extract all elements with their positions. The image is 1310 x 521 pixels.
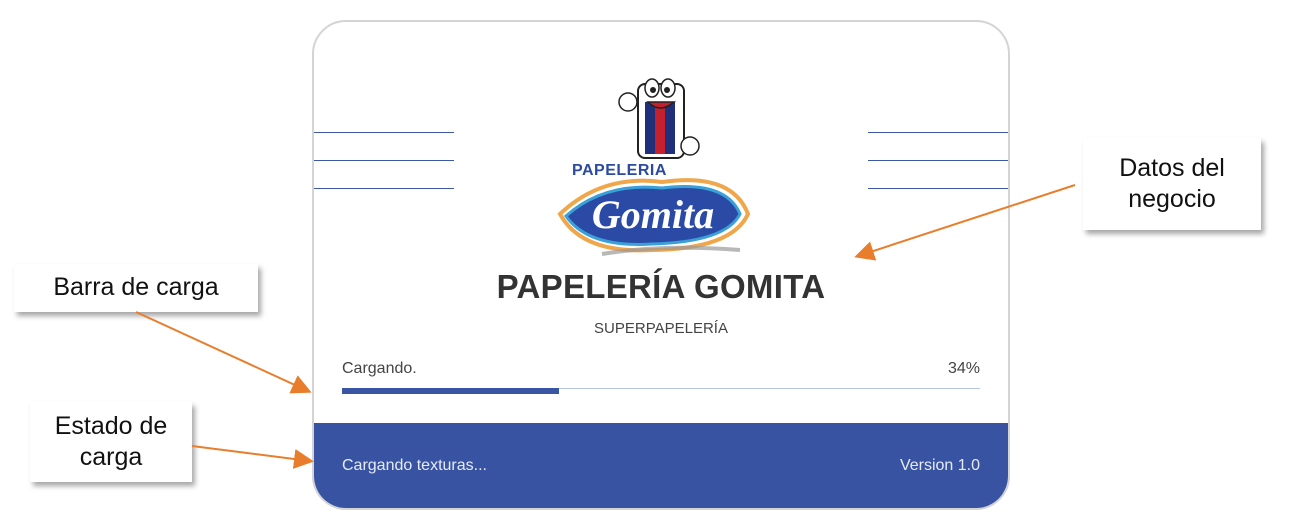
arrow-loading-state bbox=[191, 445, 314, 469]
decorative-line bbox=[868, 188, 1008, 189]
decorative-line bbox=[314, 132, 454, 133]
callout-loading-bar: Barra de carga bbox=[14, 264, 258, 312]
decorative-line bbox=[868, 160, 1008, 161]
business-logo: Gomita PAPELERIA bbox=[542, 64, 764, 264]
loading-percentage: 34% bbox=[947, 360, 980, 377]
decorative-line bbox=[314, 188, 454, 189]
loading-status-row: Cargando. 34% bbox=[342, 360, 980, 378]
status-footer: Cargando texturas... Version 1.0 bbox=[314, 423, 1008, 508]
loading-status-label: Cargando. bbox=[342, 360, 417, 377]
decorative-line bbox=[314, 160, 454, 161]
version-label: Version 1.0 bbox=[899, 457, 980, 474]
footer-status-text: Cargando texturas... bbox=[342, 457, 487, 474]
callout-loading-state: Estado de carga bbox=[30, 402, 192, 482]
logo-subtext: PAPELERIA bbox=[572, 162, 667, 179]
decorative-line bbox=[868, 132, 1008, 133]
callout-business-data: Datos del negocio bbox=[1083, 138, 1261, 230]
business-name: PAPELERÍA GOMITA bbox=[496, 268, 826, 305]
progress-bar-fill bbox=[342, 388, 559, 394]
svg-text:Gomita: Gomita bbox=[592, 192, 714, 237]
progress-bar-track bbox=[342, 388, 980, 394]
business-subtitle: SUPERPAPELERÍA bbox=[594, 320, 728, 337]
arrow-loading-bar bbox=[135, 311, 312, 394]
splash-window: Gomita PAPELERIA PAPELERÍA GOMITA SUPERP… bbox=[312, 20, 1010, 510]
